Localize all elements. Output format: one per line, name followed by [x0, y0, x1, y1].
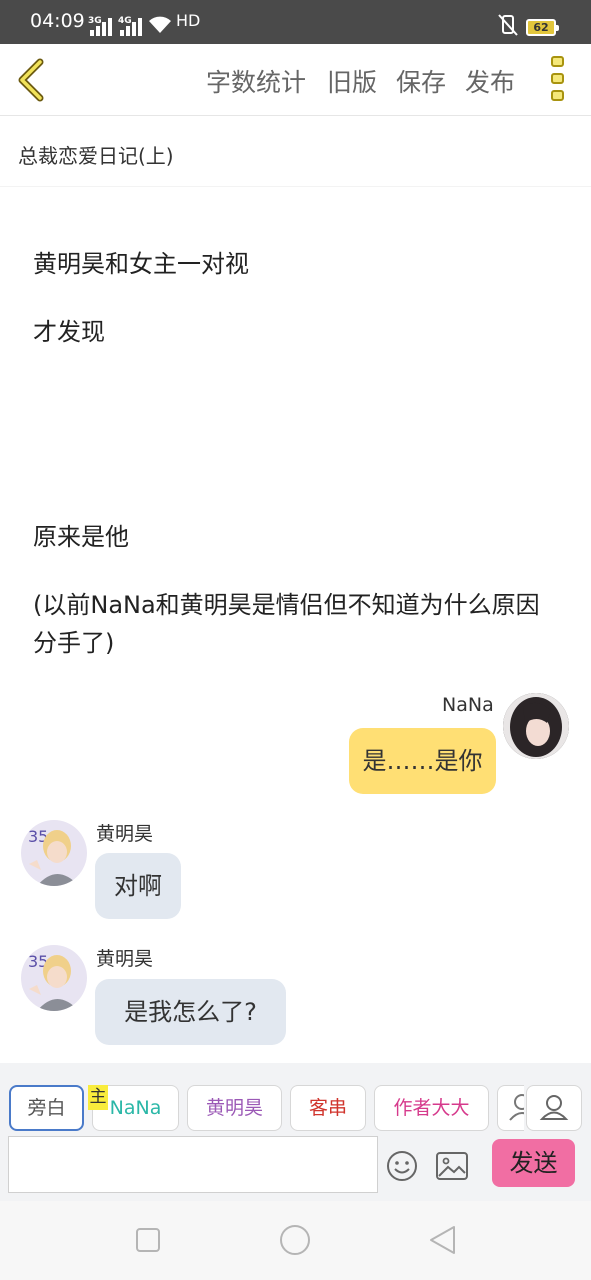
status-bar: 04:09 3G 4G HD 62: [0, 0, 591, 44]
avatar-hmh-image: 35: [21, 945, 87, 1011]
message-input[interactable]: [8, 1136, 378, 1193]
chip-huangminghao[interactable]: 黄明昊: [187, 1085, 282, 1131]
send-button[interactable]: 发送: [492, 1139, 575, 1187]
hd-label: HD: [176, 11, 201, 30]
chat-bubble[interactable]: 是我怎么了?: [95, 979, 286, 1045]
chevron-left-icon[interactable]: [14, 58, 48, 102]
person-icon: [539, 1095, 569, 1120]
chat-bubble[interactable]: 是……是你: [349, 728, 496, 794]
system-nav-bar: [0, 1201, 591, 1280]
chip-narrator[interactable]: 旁白: [9, 1085, 84, 1131]
home-icon[interactable]: [279, 1224, 311, 1256]
narration-paragraph[interactable]: 原来是他: [33, 518, 129, 556]
chip-author[interactable]: 作者大大: [374, 1085, 489, 1131]
avatar[interactable]: 35: [21, 945, 87, 1011]
wifi-icon: [149, 16, 171, 33]
avatar[interactable]: 35: [21, 820, 87, 886]
back-triangle-icon[interactable]: [428, 1225, 458, 1255]
narration-paragraph[interactable]: 黄明昊和女主一对视: [33, 245, 249, 283]
recent-apps-icon[interactable]: [135, 1227, 161, 1253]
avatar-hmh-image: 35: [21, 820, 87, 886]
image-icon[interactable]: [436, 1152, 468, 1180]
vibrate-off-icon: [498, 14, 518, 36]
battery-icon: 62: [526, 19, 559, 36]
person-icon: [509, 1094, 524, 1121]
clock: 04:09: [30, 10, 85, 32]
add-role-button[interactable]: [526, 1085, 582, 1131]
story-title[interactable]: 总裁恋爱日记(上): [18, 140, 174, 169]
chip-guest[interactable]: 客串: [290, 1085, 366, 1131]
signal-icon: [90, 18, 112, 36]
chip-add-role-partial[interactable]: [497, 1085, 524, 1131]
smiley-icon[interactable]: [386, 1150, 418, 1182]
avatar[interactable]: [503, 693, 569, 759]
save-button[interactable]: 保存: [396, 63, 446, 99]
avatar-nana-image: [503, 693, 569, 759]
word-count-button[interactable]: 字数统计: [206, 63, 306, 99]
chat-bubble[interactable]: 对啊: [95, 853, 181, 919]
more-vertical-icon[interactable]: [548, 56, 568, 104]
editor-toolbar: 字数统计 旧版 保存 发布: [0, 44, 591, 116]
old-version-button[interactable]: 旧版: [327, 63, 377, 99]
signal-icon: [120, 18, 142, 36]
speaker-name: 黄明昊: [96, 948, 154, 970]
narration-paragraph[interactable]: (以前NaNa和黄明昊是情侣但不知道为什么原因分手了): [33, 586, 563, 662]
divider: [0, 186, 591, 187]
speaker-name: NaNa: [442, 694, 494, 716]
narration-paragraph[interactable]: 才发现: [33, 313, 105, 351]
publish-button[interactable]: 发布: [465, 63, 515, 99]
speaker-name: 黄明昊: [96, 823, 154, 845]
host-badge: 主: [88, 1085, 108, 1110]
